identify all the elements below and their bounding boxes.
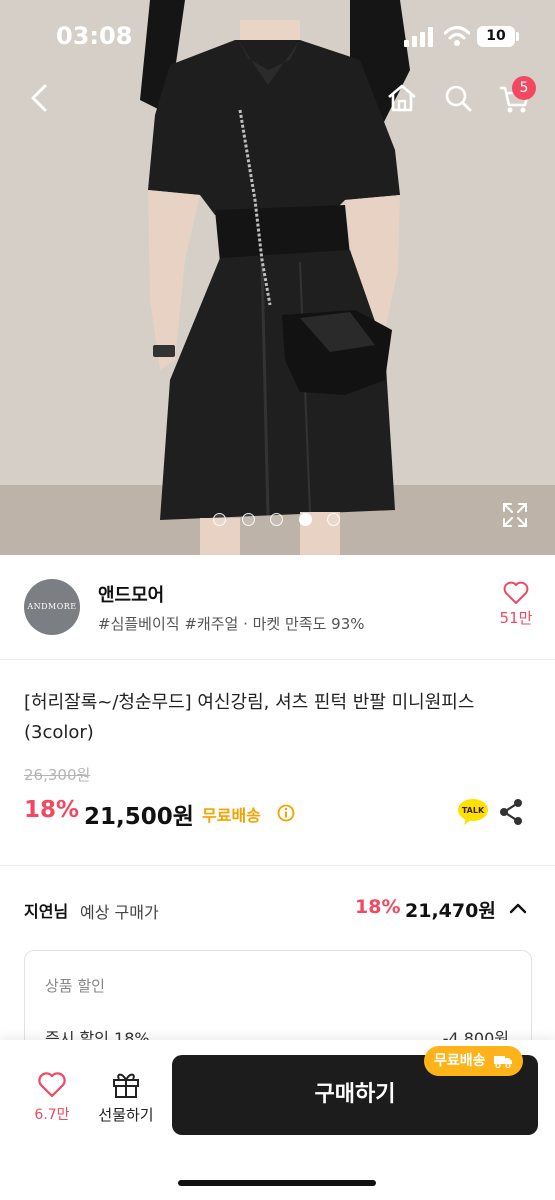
- discount-rate: 18%: [24, 797, 80, 823]
- page-dot[interactable]: [270, 513, 283, 526]
- free-shipping-label: 무료배송: [202, 806, 261, 825]
- product-info: [허리잘록~/청순무드] 여신강림, 셔츠 핀턱 반팔 미니원피스 (3colo…: [0, 660, 555, 866]
- free-shipping-chip-label: 무료배송: [434, 1053, 486, 1069]
- detail-header: 상품 할인: [45, 977, 105, 995]
- battery-tip: [516, 32, 519, 41]
- signal-icon: [404, 27, 433, 47]
- page-dot-active[interactable]: [299, 513, 312, 526]
- seller-section[interactable]: ANDMORE 앤드모어 #심플베이직 #캐주얼 · 마켓 만족도 93% 51…: [0, 555, 555, 660]
- page-dot[interactable]: [213, 513, 226, 526]
- gift-button[interactable]: 선물하기: [92, 1070, 160, 1125]
- kakao-talk-icon[interactable]: TALK: [457, 798, 489, 826]
- share-icon[interactable]: [498, 798, 524, 826]
- gift-icon: [113, 1073, 139, 1098]
- page-dot[interactable]: [327, 513, 340, 526]
- status-bar: 03:08 10: [0, 0, 555, 70]
- product-title: [허리잘록~/청순무드] 여신강림, 셔츠 핀턱 반팔 미니원피스 (3colo…: [24, 692, 475, 743]
- expected-price-section: 지연님 예상 구매가 18% 21,470원 상품 할인 즉시 할인 18% -…: [0, 866, 555, 1090]
- status-time: 03:08: [56, 22, 133, 50]
- wifi-icon: [444, 26, 470, 46]
- truck-icon: [494, 1056, 513, 1069]
- gift-label: 선물하기: [98, 1106, 154, 1124]
- heart-icon: [503, 581, 529, 604]
- user-name: 지연님: [24, 902, 69, 921]
- wish-button[interactable]: 6.7만: [26, 1072, 78, 1124]
- expected-price: 21,470원: [405, 900, 496, 922]
- expand-icon[interactable]: [502, 502, 528, 528]
- expected-price-label: 예상 구매가: [80, 903, 159, 922]
- battery-indicator: 10: [477, 26, 515, 47]
- home-icon[interactable]: [382, 78, 422, 118]
- search-icon[interactable]: [438, 78, 478, 118]
- product-image[interactable]: 03:08 10 5: [0, 0, 555, 555]
- back-icon[interactable]: [20, 78, 60, 118]
- sale-price: 21,500원: [84, 804, 194, 830]
- home-indicator: [178, 1180, 376, 1186]
- free-shipping-chip: 무료배송: [424, 1046, 524, 1076]
- seller-like-count: 51만: [499, 609, 533, 627]
- seller-tags: #심플베이직 #캐주얼 · 마켓 만족도 93%: [98, 615, 365, 633]
- original-price: 26,300원: [24, 766, 91, 784]
- wish-count: 6.7만: [34, 1107, 70, 1123]
- seller-logo[interactable]: ANDMORE: [24, 579, 80, 635]
- talk-label: TALK: [462, 806, 485, 815]
- seller-like-button[interactable]: 51만: [490, 581, 542, 633]
- seller-name[interactable]: 앤드모어: [98, 581, 164, 607]
- heart-icon: [38, 1072, 66, 1098]
- bottom-action-bar: 6.7만 선물하기 구매하기 무료배송: [0, 1040, 555, 1200]
- chevron-up-icon[interactable]: [506, 896, 530, 920]
- page-dot[interactable]: [242, 513, 255, 526]
- cart-count-badge: 5: [512, 76, 536, 100]
- info-icon[interactable]: [277, 804, 295, 822]
- expected-discount-rate: 18%: [355, 896, 401, 918]
